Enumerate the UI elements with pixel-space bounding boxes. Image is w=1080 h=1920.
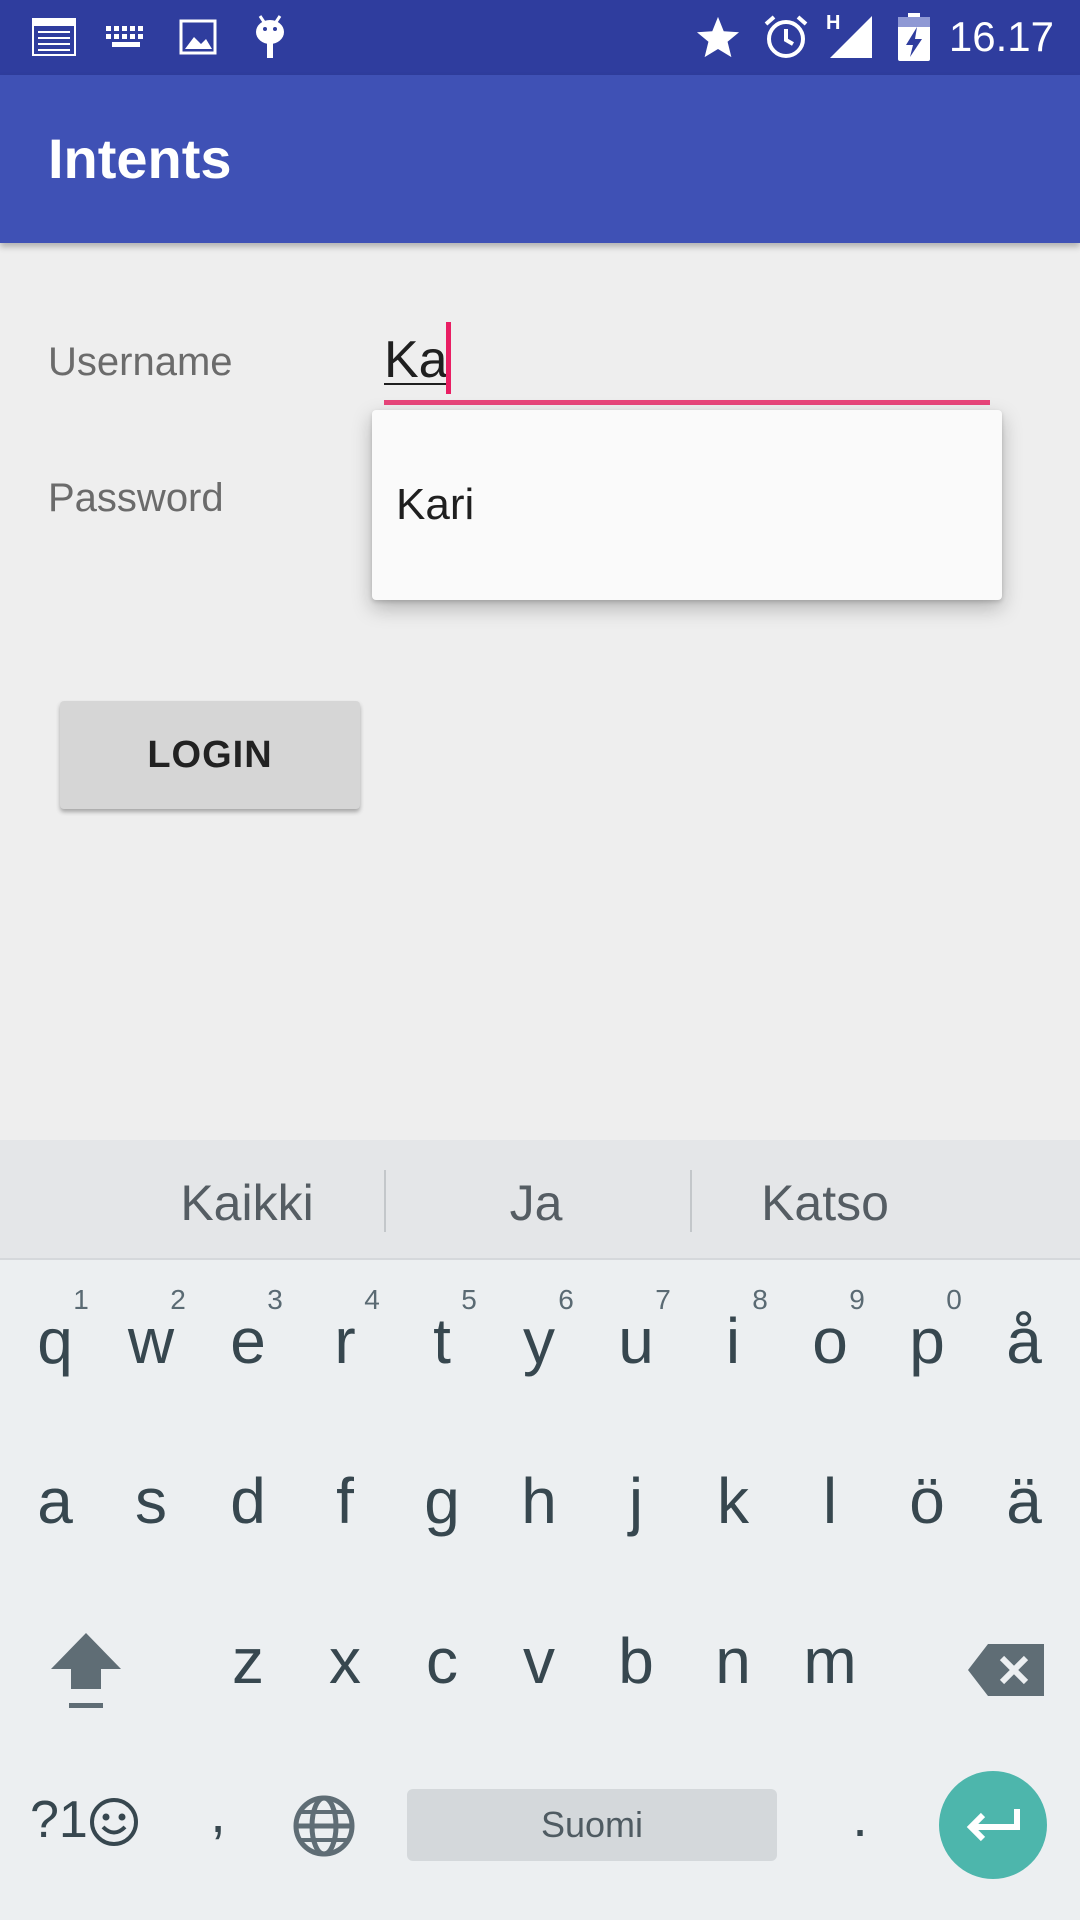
autocomplete-item[interactable]: Kari (396, 480, 474, 530)
key-a[interactable]: a (7, 1464, 103, 1538)
battery-charging-icon (894, 13, 934, 61)
key-a-ring[interactable]: å (976, 1304, 1072, 1378)
username-field-underline (384, 400, 990, 405)
backspace-icon[interactable] (950, 1630, 1062, 1710)
key-b[interactable]: b (588, 1624, 684, 1698)
shift-icon[interactable] (36, 1622, 136, 1718)
autocomplete-dropdown: Kari (372, 410, 1002, 600)
suggestion-item[interactable]: Ja (386, 1174, 686, 1232)
image-icon (174, 14, 222, 60)
key-q[interactable]: q (7, 1304, 103, 1378)
status-bar: H 16.17 (0, 0, 1080, 75)
key-a-umlaut[interactable]: ä (976, 1464, 1072, 1538)
key-t[interactable]: t (394, 1304, 490, 1378)
key-f[interactable]: f (297, 1464, 393, 1538)
keyboard: 1 2 3 4 5 6 7 8 9 0 q w e r t y u i o p … (0, 1260, 1080, 1920)
suggestion-item[interactable]: Kaikki (97, 1174, 397, 1232)
key-v[interactable]: v (491, 1624, 587, 1698)
key-u[interactable]: u (588, 1304, 684, 1378)
keyboard-icon (102, 14, 150, 60)
username-input[interactable]: Ka (384, 330, 448, 390)
key-z[interactable]: z (200, 1624, 296, 1698)
key-o[interactable]: o (782, 1304, 878, 1378)
key-o-umlaut[interactable]: ö (879, 1464, 975, 1538)
android-debug-icon (248, 14, 292, 60)
key-x[interactable]: x (297, 1624, 393, 1698)
star-icon (694, 14, 742, 60)
symbols-key[interactable]: ?1 (30, 1790, 88, 1850)
comma-key[interactable]: , (198, 1780, 238, 1845)
key-n[interactable]: n (685, 1624, 781, 1698)
globe-icon[interactable] (292, 1794, 356, 1858)
network-type-label: H (826, 12, 841, 34)
key-m[interactable]: m (782, 1624, 878, 1698)
key-e[interactable]: e (200, 1304, 296, 1378)
login-button[interactable]: LOGIN (60, 701, 360, 809)
key-j[interactable]: j (588, 1464, 684, 1538)
key-h[interactable]: h (491, 1464, 587, 1538)
key-i[interactable]: i (685, 1304, 781, 1378)
notes-icon (30, 14, 78, 60)
enter-button[interactable] (939, 1771, 1047, 1879)
period-key[interactable]: . (840, 1784, 880, 1849)
clock: 16.17 (948, 13, 1054, 60)
key-p[interactable]: p (879, 1304, 975, 1378)
emoji-icon[interactable] (88, 1796, 140, 1848)
alarm-icon (762, 14, 810, 60)
page-title: Intents (48, 127, 232, 190)
key-y[interactable]: y (491, 1304, 587, 1378)
key-g[interactable]: g (394, 1464, 490, 1538)
suggestion-item[interactable]: Katso (675, 1174, 975, 1232)
key-c[interactable]: c (394, 1624, 490, 1698)
key-r[interactable]: r (297, 1304, 393, 1378)
key-k[interactable]: k (685, 1464, 781, 1538)
text-cursor (446, 322, 451, 394)
key-d[interactable]: d (200, 1464, 296, 1538)
space-bar[interactable]: Suomi (407, 1789, 777, 1861)
key-s[interactable]: s (103, 1464, 199, 1538)
suggestion-strip: Kaikki Ja Katso (0, 1140, 1080, 1260)
key-l[interactable]: l (782, 1464, 878, 1538)
password-label: Password (48, 476, 224, 520)
app-bar: Intents (0, 75, 1080, 243)
key-w[interactable]: w (103, 1304, 199, 1378)
username-label: Username (48, 340, 233, 384)
enter-icon (966, 1809, 1020, 1842)
